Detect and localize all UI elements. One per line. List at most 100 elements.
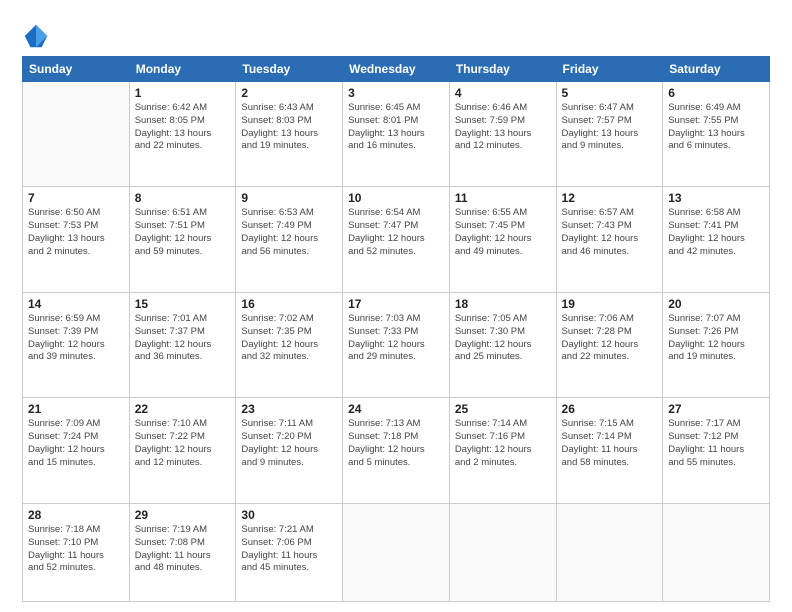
cell-info: Sunrise: 7:07 AM Sunset: 7:26 PM Dayligh… [668,313,764,364]
logo-icon [22,22,50,50]
cell-date: 13 [668,191,764,205]
cell-date: 9 [241,191,337,205]
cell-info: Sunrise: 6:54 AM Sunset: 7:47 PM Dayligh… [348,207,444,258]
cell-date: 3 [348,86,444,100]
cell-info: Sunrise: 6:55 AM Sunset: 7:45 PM Dayligh… [455,207,551,258]
calendar-cell: 10 Sunrise: 6:54 AM Sunset: 7:47 PM Dayli… [343,187,450,292]
calendar-cell: 17Sunrise: 7:03 AM Sunset: 7:33 PM Dayli… [343,292,450,397]
calendar-cell: 4 Sunrise: 6:46 AM Sunset: 7:59 PM Daylig… [449,82,556,187]
cell-info: Sunrise: 7:10 AM Sunset: 7:22 PM Dayligh… [135,418,231,469]
cell-info: Sunrise: 6:45 AM Sunset: 8:01 PM Dayligh… [348,102,444,153]
cell-info: Sunrise: 7:01 AM Sunset: 7:37 PM Dayligh… [135,313,231,364]
cell-date: 27 [668,402,764,416]
calendar-cell: 29 Sunrise: 7:19 AM Sunset: 7:08 PM Dayli… [129,503,236,601]
cell-info: Sunrise: 7:14 AM Sunset: 7:16 PM Dayligh… [455,418,551,469]
calendar-cell: 27 Sunrise: 7:17 AM Sunset: 7:12 PM Dayli… [663,398,770,503]
cell-date: 28 [28,508,124,522]
calendar-cell: 18 Sunrise: 7:05 AM Sunset: 7:30 PM Dayli… [449,292,556,397]
calendar-cell: 24 Sunrise: 7:13 AM Sunset: 7:18 PM Dayli… [343,398,450,503]
cell-info: Sunrise: 6:49 AM Sunset: 7:55 PM Dayligh… [668,102,764,153]
calendar-cell [556,503,663,601]
calendar-cell: 5 Sunrise: 6:47 AM Sunset: 7:57 PM Daylig… [556,82,663,187]
calendar-cell: 13 Sunrise: 6:58 AM Sunset: 7:41 PM Dayli… [663,187,770,292]
cell-date: 17 [348,297,444,311]
calendar-cell: 7Sunrise: 6:50 AM Sunset: 7:53 PM Daylig… [23,187,130,292]
calendar-cell [23,82,130,187]
logo [22,22,54,50]
cell-info: Sunrise: 6:51 AM Sunset: 7:51 PM Dayligh… [135,207,231,258]
cell-date: 23 [241,402,337,416]
cell-date: 29 [135,508,231,522]
cell-info: Sunrise: 6:58 AM Sunset: 7:41 PM Dayligh… [668,207,764,258]
cell-info: Sunrise: 6:43 AM Sunset: 8:03 PM Dayligh… [241,102,337,153]
cell-date: 14 [28,297,124,311]
header [22,18,770,50]
cell-date: 12 [562,191,658,205]
calendar-cell: 15 Sunrise: 7:01 AM Sunset: 7:37 PM Dayli… [129,292,236,397]
cell-date: 15 [135,297,231,311]
cell-date: 18 [455,297,551,311]
calendar-cell: 3 Sunrise: 6:45 AM Sunset: 8:01 PM Daylig… [343,82,450,187]
week-row-2: 7Sunrise: 6:50 AM Sunset: 7:53 PM Daylig… [23,187,770,292]
day-header-saturday: Saturday [663,57,770,82]
header-row: SundayMondayTuesdayWednesdayThursdayFrid… [23,57,770,82]
calendar-cell: 12 Sunrise: 6:57 AM Sunset: 7:43 PM Dayli… [556,187,663,292]
day-header-sunday: Sunday [23,57,130,82]
cell-info: Sunrise: 6:57 AM Sunset: 7:43 PM Dayligh… [562,207,658,258]
calendar-cell [449,503,556,601]
calendar-cell: 19 Sunrise: 7:06 AM Sunset: 7:28 PM Dayli… [556,292,663,397]
calendar-cell: 30Sunrise: 7:21 AM Sunset: 7:06 PM Dayli… [236,503,343,601]
day-header-monday: Monday [129,57,236,82]
cell-date: 10 [348,191,444,205]
day-header-thursday: Thursday [449,57,556,82]
cell-date: 11 [455,191,551,205]
calendar-cell: 20 Sunrise: 7:07 AM Sunset: 7:26 PM Dayli… [663,292,770,397]
day-header-wednesday: Wednesday [343,57,450,82]
cell-info: Sunrise: 6:46 AM Sunset: 7:59 PM Dayligh… [455,102,551,153]
day-header-friday: Friday [556,57,663,82]
calendar-cell: 1 Sunrise: 6:42 AM Sunset: 8:05 PM Daylig… [129,82,236,187]
calendar-cell: 6 Sunrise: 6:49 AM Sunset: 7:55 PM Daylig… [663,82,770,187]
cell-info: Sunrise: 7:09 AM Sunset: 7:24 PM Dayligh… [28,418,124,469]
calendar-cell [663,503,770,601]
cell-date: 25 [455,402,551,416]
cell-date: 6 [668,86,764,100]
page: SundayMondayTuesdayWednesdayThursdayFrid… [0,0,792,612]
calendar-cell: 9 Sunrise: 6:53 AM Sunset: 7:49 PM Daylig… [236,187,343,292]
cell-info: Sunrise: 7:02 AM Sunset: 7:35 PM Dayligh… [241,313,337,364]
calendar-cell: 21 Sunrise: 7:09 AM Sunset: 7:24 PM Dayli… [23,398,130,503]
cell-info: Sunrise: 7:05 AM Sunset: 7:30 PM Dayligh… [455,313,551,364]
cell-info: Sunrise: 7:19 AM Sunset: 7:08 PM Dayligh… [135,524,231,575]
cell-info: Sunrise: 7:15 AM Sunset: 7:14 PM Dayligh… [562,418,658,469]
cell-info: Sunrise: 6:50 AM Sunset: 7:53 PM Dayligh… [28,207,124,258]
cell-date: 1 [135,86,231,100]
cell-date: 16 [241,297,337,311]
cell-info: Sunrise: 7:06 AM Sunset: 7:28 PM Dayligh… [562,313,658,364]
cell-date: 26 [562,402,658,416]
calendar-cell [343,503,450,601]
cell-date: 24 [348,402,444,416]
cell-date: 20 [668,297,764,311]
calendar-cell: 11 Sunrise: 6:55 AM Sunset: 7:45 PM Dayli… [449,187,556,292]
calendar-cell: 2Sunrise: 6:43 AM Sunset: 8:03 PM Daylig… [236,82,343,187]
calendar-cell: 14 Sunrise: 6:59 AM Sunset: 7:39 PM Dayli… [23,292,130,397]
cell-info: Sunrise: 6:47 AM Sunset: 7:57 PM Dayligh… [562,102,658,153]
cell-info: Sunrise: 7:17 AM Sunset: 7:12 PM Dayligh… [668,418,764,469]
cell-date: 4 [455,86,551,100]
cell-date: 19 [562,297,658,311]
day-header-tuesday: Tuesday [236,57,343,82]
cell-date: 30 [241,508,337,522]
week-row-4: 21 Sunrise: 7:09 AM Sunset: 7:24 PM Dayli… [23,398,770,503]
cell-date: 21 [28,402,124,416]
calendar-cell: 8Sunrise: 6:51 AM Sunset: 7:51 PM Daylig… [129,187,236,292]
cell-info: Sunrise: 7:13 AM Sunset: 7:18 PM Dayligh… [348,418,444,469]
cell-date: 5 [562,86,658,100]
calendar-cell: 23 Sunrise: 7:11 AM Sunset: 7:20 PM Dayli… [236,398,343,503]
cell-info: Sunrise: 6:53 AM Sunset: 7:49 PM Dayligh… [241,207,337,258]
cell-info: Sunrise: 7:11 AM Sunset: 7:20 PM Dayligh… [241,418,337,469]
week-row-1: 1 Sunrise: 6:42 AM Sunset: 8:05 PM Daylig… [23,82,770,187]
calendar-cell: 26 Sunrise: 7:15 AM Sunset: 7:14 PM Dayli… [556,398,663,503]
calendar-cell: 16 Sunrise: 7:02 AM Sunset: 7:35 PM Dayli… [236,292,343,397]
cell-info: Sunrise: 6:42 AM Sunset: 8:05 PM Dayligh… [135,102,231,153]
cell-info: Sunrise: 6:59 AM Sunset: 7:39 PM Dayligh… [28,313,124,364]
